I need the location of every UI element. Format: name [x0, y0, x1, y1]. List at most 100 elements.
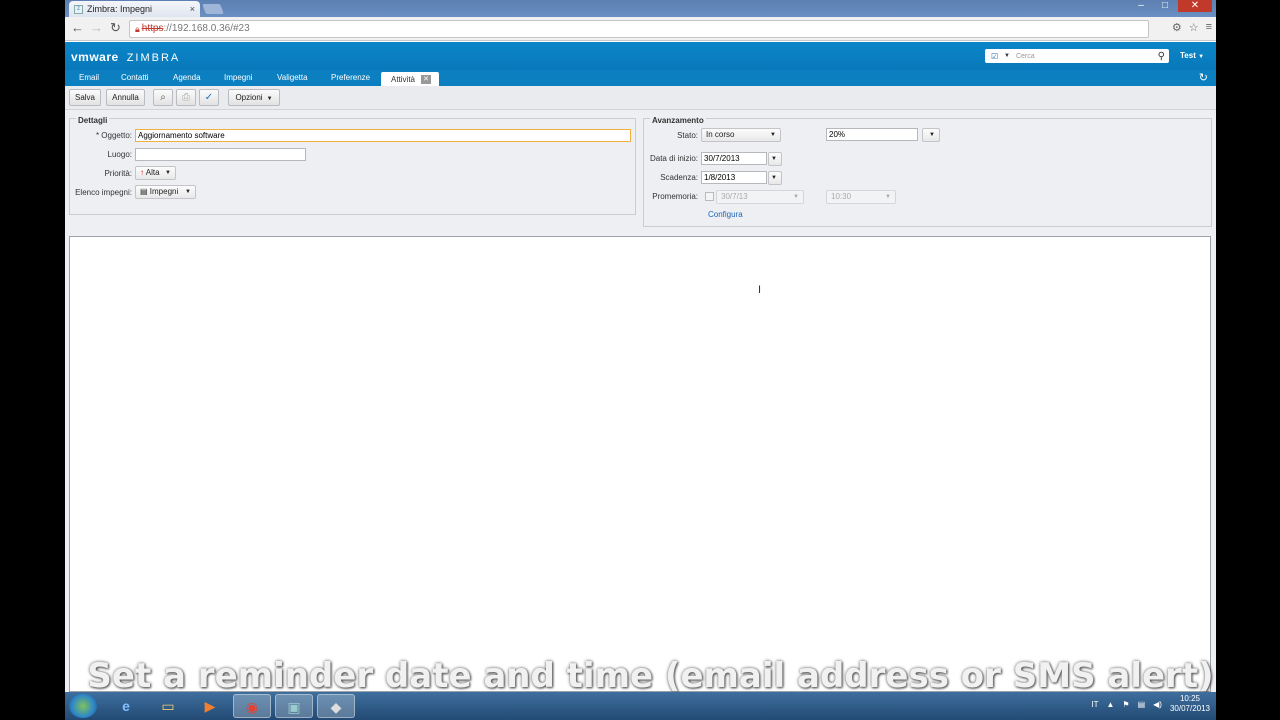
clock[interactable]: 10:25 30/07/2013 — [1170, 694, 1210, 714]
high-priority-icon: ↑ — [140, 168, 144, 177]
search-icon[interactable]: ⚲ — [1158, 51, 1165, 62]
user-menu[interactable]: Test ▼ — [1180, 51, 1204, 60]
due-date-picker-button[interactable]: ▼ — [768, 171, 782, 185]
new-tab-button[interactable] — [202, 4, 224, 14]
task-list-value: Impegni — [149, 187, 179, 196]
start-date-label: Data di inizio: — [649, 154, 698, 163]
text-cursor-icon: I — [758, 284, 762, 296]
explorer-icon[interactable]: ▭ — [149, 694, 187, 718]
browser-tab[interactable]: z Zimbra: Impegni × — [69, 1, 200, 17]
clock-time: 10:25 — [1179, 694, 1200, 703]
priority-label: Priorità: — [104, 169, 132, 178]
spellcheck-button[interactable]: ✓ — [199, 89, 219, 106]
nav-preferences[interactable]: Preferenze — [331, 73, 370, 82]
recorder-app-icon[interactable]: ◆ — [317, 694, 355, 718]
toolbar: Salva Annulla ⌕ ⎙ ✓ Opzioni ▼ — [65, 86, 1216, 110]
menu-icon[interactable]: ≡ — [1206, 21, 1212, 34]
notes-editor[interactable]: I — [69, 236, 1211, 692]
forward-icon[interactable]: → — [90, 20, 103, 36]
window-close-icon[interactable]: ✕ — [1178, 0, 1212, 12]
tray-expand-icon[interactable]: ▲ — [1106, 700, 1114, 709]
flag-icon[interactable]: ⚑ — [1122, 700, 1129, 709]
due-date-label: Scadenza: — [660, 173, 698, 182]
minimize-icon[interactable]: – — [1130, 0, 1152, 12]
chevron-down-icon: ▼ — [885, 194, 891, 200]
reminder-date-value: 30/7/13 — [721, 192, 748, 201]
url-input[interactable]: 🔒︎ https ://192.168.0.36/#23 — [129, 20, 1149, 38]
app-logo: vmware ZIMBRA — [71, 50, 180, 64]
status-select[interactable]: In corso ▼ — [701, 128, 781, 142]
nav-contacts[interactable]: Contatti — [121, 73, 149, 82]
subject-field[interactable]: Aggiornamento software — [135, 129, 631, 142]
reminder-date-select[interactable]: 30/7/13 ▼ — [716, 190, 804, 204]
extension-icon[interactable]: ⚙ — [1172, 21, 1182, 34]
chevron-down-icon: ▼ — [793, 194, 799, 200]
location-label: Luogo: — [107, 150, 132, 159]
printer-icon: ⎙ — [182, 92, 190, 103]
chevron-down-icon: ▼ — [929, 132, 935, 138]
task-list-icon: ▤ — [140, 187, 148, 196]
nav-briefcase[interactable]: Valigetta — [277, 73, 308, 82]
priority-value: Alta — [145, 168, 160, 177]
nav-email[interactable]: Email — [79, 73, 99, 82]
reminder-time-select[interactable]: 10:30 ▼ — [826, 190, 896, 204]
url-scheme: https — [141, 23, 164, 34]
reminder-time-value: 10:30 — [831, 192, 852, 201]
chevron-down-icon[interactable]: ▼ — [1004, 53, 1010, 59]
window-controls: – □ ✕ — [1130, 0, 1212, 12]
start-date-picker-button[interactable]: ▼ — [768, 152, 782, 166]
clock-date: 30/07/2013 — [1169, 704, 1210, 713]
insecure-lock-icon: 🔒︎ — [135, 24, 140, 34]
reminder-checkbox[interactable] — [705, 192, 714, 201]
chevron-down-icon: ▼ — [771, 175, 777, 181]
language-indicator[interactable]: IT — [1091, 700, 1098, 709]
app-nav: Email Contatti Agenda Impegni Valigetta … — [65, 70, 1216, 86]
details-legend: Dettagli — [76, 116, 110, 125]
start-date-field[interactable]: 30/7/2013 — [701, 152, 767, 165]
print-button[interactable]: ⎙ — [176, 89, 196, 106]
nav-calendar[interactable]: Agenda — [173, 73, 201, 82]
tab-close-icon[interactable]: × — [190, 4, 195, 14]
configure-link[interactable]: Configura — [708, 210, 743, 219]
chrome-icon[interactable]: ◉ — [233, 694, 271, 718]
search-input[interactable]: Cerca — [1016, 53, 1035, 60]
percent-dropdown-button[interactable]: ▼ — [922, 128, 940, 142]
chevron-down-icon: ▼ — [770, 132, 776, 138]
bookmark-star-icon[interactable]: ☆ — [1189, 21, 1199, 34]
location-field[interactable] — [135, 148, 306, 161]
maximize-icon[interactable]: □ — [1154, 0, 1176, 12]
address-bar: ← → ↻ 🔒︎ https ://192.168.0.36/#23 ⚙ ☆ ≡ — [65, 17, 1216, 41]
tab-activity[interactable]: Attività ✕ — [381, 72, 439, 86]
status-value: In corso — [706, 130, 735, 139]
back-icon[interactable]: ← — [71, 20, 84, 36]
task-list-select[interactable]: ▤ Impegni ▼ — [135, 185, 196, 199]
percent-complete-field[interactable]: 20% — [826, 128, 918, 141]
chevron-down-icon: ▼ — [266, 96, 273, 102]
attach-button[interactable]: ⌕ — [153, 89, 173, 106]
nav-tasks[interactable]: Impegni — [224, 73, 252, 82]
tab-strip: z Zimbra: Impegni × – □ ✕ — [65, 0, 1216, 17]
progress-panel: Avanzamento Stato: In corso ▼ 20% ▼ Data… — [643, 116, 1212, 227]
close-icon[interactable]: ✕ — [421, 74, 432, 84]
refresh-icon[interactable]: ↻ — [1199, 71, 1208, 84]
network-app-icon[interactable]: ▣ — [275, 694, 313, 718]
brand-text: vmware — [71, 50, 119, 64]
search-type-icon[interactable]: ☑ — [991, 52, 1001, 61]
taskbar: e ▭ ▶ ◉ ▣ ◆ IT ▲ ⚑ ▤ ◀) 10:25 30/07/2013 — [65, 692, 1216, 720]
options-label: Opzioni — [235, 93, 263, 102]
priority-select[interactable]: ↑ Alta ▼ — [135, 166, 176, 180]
zimbra-header: vmware ZIMBRA ☑ ▼ Cerca ⚲ Test ▼ — [65, 42, 1216, 70]
reload-icon[interactable]: ↻ — [110, 20, 121, 36]
search-box[interactable]: ☑ ▼ Cerca ⚲ — [985, 49, 1169, 63]
tab-activity-label: Attività — [391, 74, 416, 84]
save-button[interactable]: Salva — [69, 89, 101, 106]
tab-title: Zimbra: Impegni — [87, 4, 153, 14]
ie-icon[interactable]: e — [107, 694, 145, 718]
due-date-field[interactable]: 1/8/2013 — [701, 171, 767, 184]
options-button[interactable]: Opzioni ▼ — [228, 89, 280, 106]
network-icon[interactable]: ▤ — [1138, 700, 1146, 709]
media-player-icon[interactable]: ▶ — [191, 694, 229, 718]
start-button[interactable] — [69, 694, 97, 718]
cancel-button[interactable]: Annulla — [106, 89, 145, 106]
volume-icon[interactable]: ◀) — [1153, 700, 1162, 709]
